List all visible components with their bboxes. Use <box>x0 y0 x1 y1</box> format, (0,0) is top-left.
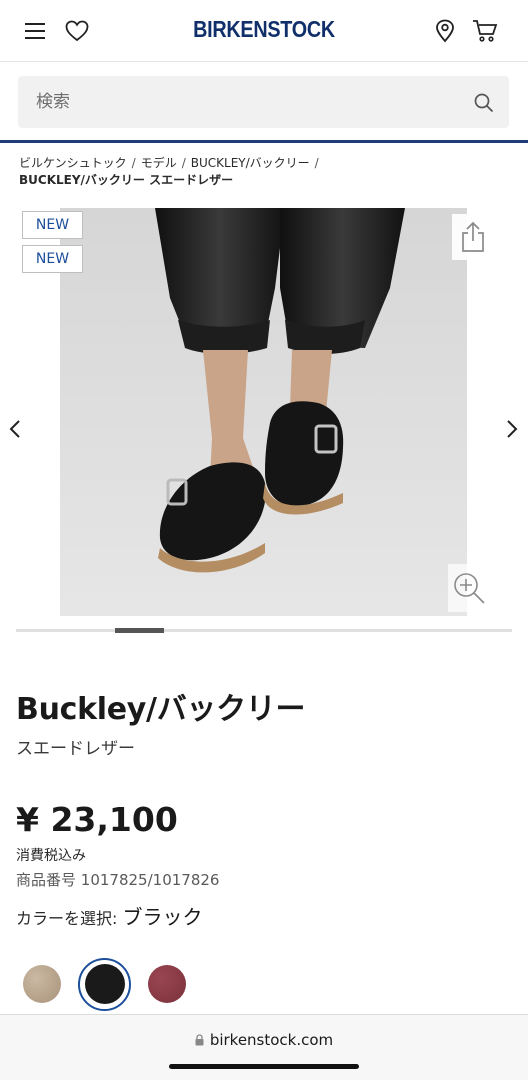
url-display[interactable]: birkenstock.com <box>0 1031 528 1050</box>
color-swatch-black[interactable] <box>85 964 125 1004</box>
product-sku: 商品番号 1017825/1017826 <box>16 869 219 890</box>
search-bar <box>0 62 528 142</box>
color-selection: カラーを選択: ブラック <box>16 901 202 930</box>
breadcrumb-link-models[interactable]: モデル <box>141 156 177 170</box>
sku-label: 商品番号 <box>16 871 77 889</box>
location-pin-icon[interactable] <box>430 16 460 46</box>
breadcrumb-link-brand[interactable]: ビルケンシュトック <box>19 156 127 170</box>
new-badge: NEW <box>22 245 83 273</box>
url-text: birkenstock.com <box>209 1031 334 1049</box>
product-price: ¥ 23,100 <box>16 800 178 839</box>
breadcrumb-separator: / <box>181 156 186 170</box>
breadcrumb: ビルケンシュトック / モデル / BUCKLEY/バックリー / BUCKLEY/バック… <box>19 155 519 189</box>
zoom-in-icon[interactable] <box>448 564 490 612</box>
site-header: BIRKENSTOCK <box>0 0 528 62</box>
browser-address-bar: birkenstock.com <box>0 1014 528 1080</box>
lock-icon <box>195 1032 204 1050</box>
gallery-progress-track <box>16 629 512 632</box>
breadcrumb-separator: / <box>131 156 136 170</box>
share-icon[interactable] <box>452 214 494 260</box>
sku-value: 1017825/1017826 <box>80 871 220 889</box>
home-indicator[interactable] <box>169 1064 359 1069</box>
search-input[interactable] <box>18 76 458 128</box>
header-divider <box>0 140 528 143</box>
product-gallery: NEW NEW <box>0 208 528 620</box>
brand-logo[interactable]: BIRKENSTOCK <box>37 16 491 43</box>
breadcrumb-current: BUCKLEY/バックリー スエードレザー <box>19 173 234 187</box>
color-swatch-burgundy[interactable] <box>148 965 186 1003</box>
breadcrumb-separator: / <box>314 156 319 170</box>
product-subtitle: スエードレザー <box>16 739 135 759</box>
search-box <box>18 76 509 128</box>
gallery-progress-thumb[interactable] <box>115 628 164 633</box>
selected-color-name: ブラック <box>122 905 203 929</box>
breadcrumb-link-buckley[interactable]: BUCKLEY/バックリー <box>191 156 310 170</box>
product-photo[interactable] <box>60 208 467 616</box>
heart-icon[interactable] <box>62 16 92 46</box>
chevron-right-icon[interactable] <box>502 413 522 445</box>
new-badge: NEW <box>22 211 83 239</box>
color-label: カラーを選択: <box>16 909 123 928</box>
cart-icon[interactable] <box>470 16 500 46</box>
product-title: Buckley/バックリー <box>16 692 306 727</box>
chevron-left-icon[interactable] <box>5 413 25 445</box>
tax-note: 消費税込み <box>16 848 86 864</box>
menu-icon[interactable] <box>20 16 50 46</box>
color-swatch-taupe[interactable] <box>23 965 61 1003</box>
search-icon[interactable] <box>473 92 495 114</box>
